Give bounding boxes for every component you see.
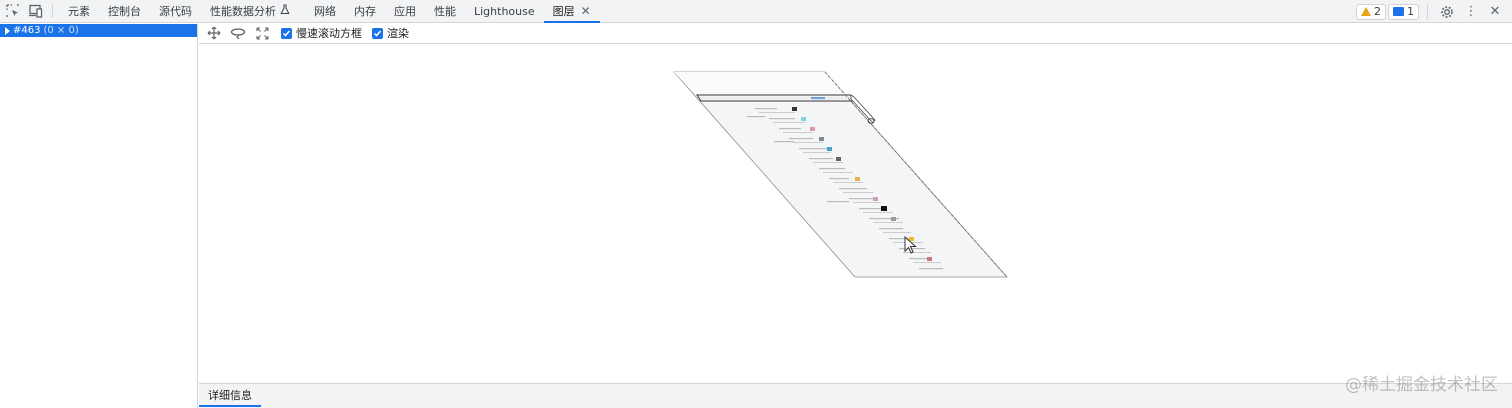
- tab-console[interactable]: 控制台: [99, 0, 150, 22]
- tab-label: 性能数据分析: [210, 5, 276, 18]
- toolbar-divider: [1427, 4, 1428, 19]
- tab-label: Lighthouse: [474, 4, 535, 18]
- pan-mode-icon[interactable]: [203, 23, 225, 43]
- checkbox-checked-icon[interactable]: [281, 27, 292, 39]
- details-panel: 详细信息: [199, 383, 1512, 408]
- tab-lighthouse[interactable]: Lighthouse: [465, 0, 544, 22]
- tab-label: 性能: [434, 5, 456, 18]
- rotate-mode-icon[interactable]: [227, 23, 249, 43]
- settings-gear-icon[interactable]: [1436, 0, 1458, 23]
- experiment-flask-icon: [280, 4, 290, 18]
- tab-application[interactable]: 应用: [385, 0, 425, 22]
- tab-label: 内存: [354, 5, 376, 18]
- layers-tree-panel: #463 (0 × 0): [0, 23, 198, 408]
- tab-label: 网络: [314, 5, 336, 18]
- warning-icon: [1361, 7, 1371, 16]
- warnings-badge[interactable]: 2: [1356, 3, 1386, 20]
- devtools-tabbar: 元素 控制台 源代码 性能数据分析 网络 内存 应用 性能 Lighthouse…: [0, 0, 1512, 23]
- expand-triangle-icon[interactable]: [5, 26, 10, 35]
- slow-scroll-rects-label: 慢速滚动方框: [296, 27, 362, 40]
- toolbar-divider: [52, 4, 53, 18]
- layers-3d-view[interactable]: [199, 44, 1512, 383]
- tabbar-right-controls: 2 1 ⋮ ✕: [1356, 0, 1512, 23]
- layers-3d-canvas[interactable]: [199, 44, 1512, 383]
- paints-label: 渲染: [387, 27, 409, 40]
- tab-label: 图层: [552, 5, 575, 18]
- tab-label: 详细信息: [208, 389, 252, 402]
- inspect-element-icon[interactable]: [2, 0, 24, 22]
- paints-checkbox[interactable]: 渲染: [372, 25, 409, 41]
- device-toolbar-icon[interactable]: [24, 0, 46, 22]
- close-icon[interactable]: ✕: [581, 4, 591, 18]
- tab-memory[interactable]: 内存: [345, 0, 385, 22]
- tab-label: 元素: [68, 5, 90, 18]
- layer-node-size: (0 × 0): [43, 25, 79, 36]
- close-devtools-icon[interactable]: ✕: [1484, 0, 1506, 23]
- reset-transform-icon[interactable]: [251, 23, 273, 43]
- more-options-icon[interactable]: ⋮: [1460, 0, 1482, 23]
- layer-node-id: #463: [13, 25, 41, 36]
- message-icon: [1393, 7, 1404, 16]
- tab-performance-insights[interactable]: 性能数据分析: [201, 0, 299, 22]
- tab-performance[interactable]: 性能: [425, 0, 465, 22]
- tab-label: 控制台: [108, 5, 141, 18]
- tab-layers[interactable]: 图层 ✕: [543, 0, 600, 23]
- slow-scroll-rects-checkbox[interactable]: 慢速滚动方框: [281, 25, 362, 41]
- tab-label: 应用: [394, 5, 416, 18]
- layers-toolbar: 慢速滚动方框 渲染: [199, 23, 1512, 44]
- messages-badge[interactable]: 1: [1388, 3, 1419, 20]
- tab-details[interactable]: 详细信息: [199, 384, 261, 407]
- messages-count: 1: [1407, 5, 1414, 18]
- tab-sources[interactable]: 源代码: [150, 0, 201, 22]
- tab-label: 源代码: [159, 5, 192, 18]
- tab-network[interactable]: 网络: [305, 0, 345, 22]
- layer-tree-item[interactable]: #463 (0 × 0): [0, 24, 197, 37]
- warnings-count: 2: [1374, 5, 1381, 18]
- watermark-text: @稀土掘金技术社区: [1345, 375, 1498, 395]
- tab-elements[interactable]: 元素: [59, 0, 99, 22]
- checkbox-checked-icon[interactable]: [372, 27, 383, 39]
